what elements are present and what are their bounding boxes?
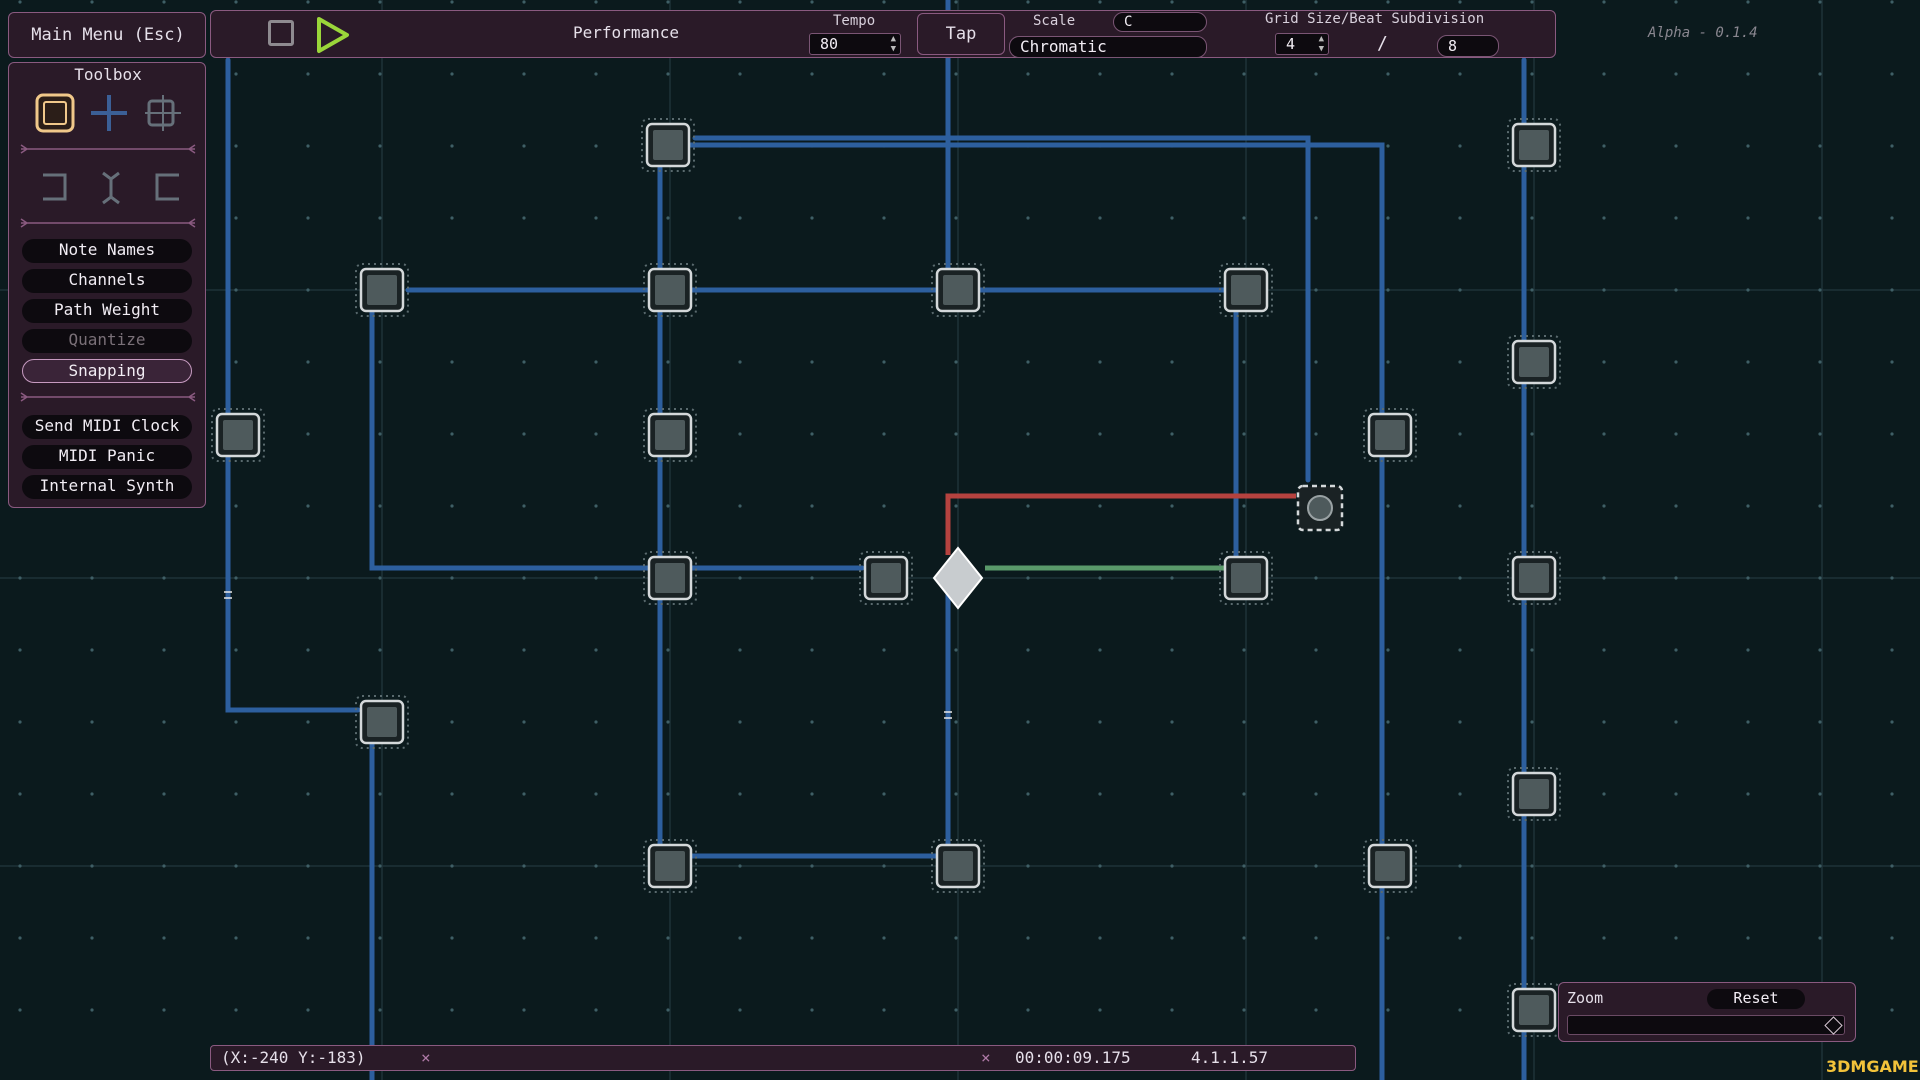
sequencer-node[interactable] [931,839,985,893]
loop-end-marker-icon[interactable]: ⨯ [981,1048,991,1067]
sequencer-node[interactable] [1507,551,1561,605]
sequencer-node[interactable] [211,408,265,462]
sequencer-node[interactable] [355,263,409,317]
sequencer-node[interactable] [1363,408,1417,462]
beat-subdivision-value: 8 [1448,37,1458,55]
grid-size-label: Grid Size/Beat Subdivision [1265,11,1485,27]
option-channels[interactable]: Channels [22,269,192,293]
elapsed-time: 00:00:09.175 [1015,1048,1131,1067]
midi-panic-button[interactable]: MIDI Panic [22,445,192,469]
sequencer-node[interactable] [1363,839,1417,893]
grid-divider: / [1377,33,1388,54]
sequencer-node[interactable] [1219,551,1273,605]
play-button[interactable] [311,15,355,55]
tool-square[interactable] [33,91,77,135]
main-menu-button[interactable]: Main Menu (Esc) [9,13,207,59]
tool-path[interactable] [87,91,131,135]
version-label: Alpha - 0.1.4 [1648,25,1758,41]
sequencer-node[interactable] [643,551,697,605]
gate-node[interactable] [1296,484,1344,532]
mode-label[interactable]: Performance [551,23,701,42]
sequencer-canvas[interactable] [0,0,1920,1080]
grid-size-value: 4 [1286,35,1296,53]
grid-size-stepper-icon[interactable]: ▲ ▼ [1319,34,1324,54]
toolbox-divider [20,144,196,154]
square-node-icon [35,93,75,133]
rotate-left-icon [43,173,67,201]
internal-synth-button[interactable]: Internal Synth [22,475,192,499]
grid-size-input[interactable]: 4 ▲ ▼ [1275,33,1329,55]
rotate-right-icon [155,173,179,201]
top-toolbar: Performance Tempo 80 ▲ ▼ Tap Scale C Chro… [210,10,1556,58]
tempo-value: 80 [820,35,839,53]
scale-name-value: Chromatic [1020,37,1107,56]
sequencer-node[interactable] [641,118,695,172]
sequencer-node[interactable] [1507,983,1561,1037]
sequencer-node[interactable] [355,695,409,749]
sequencer-node[interactable] [859,551,913,605]
tempo-label: Tempo [833,13,876,29]
bar-beat-position: 4.1.1.57 [1191,1048,1269,1067]
cursor-coordinates: (X:-240 Y:-183) [221,1048,366,1067]
scale-label: Scale [1033,13,1076,29]
rotate-left-tool[interactable] [35,165,79,209]
transform-icon [145,95,181,131]
watermark-logo: 3DMGAME [1826,1057,1919,1076]
option-note-names[interactable]: Note Names [22,239,192,263]
sequencer-node[interactable] [643,408,697,462]
main-menu-panel: Main Menu (Esc) [8,12,206,58]
zoom-slider-handle-icon[interactable] [1824,1016,1843,1035]
beat-subdivision-input[interactable]: 8 [1437,35,1499,57]
path-cross-icon [91,95,127,131]
status-bar: (X:-240 Y:-183) ⨯ ⨯ 00:00:09.175 4.1.1.5… [210,1045,1356,1071]
scale-select[interactable]: Chromatic [1009,36,1207,58]
rotate-right-tool[interactable] [143,165,187,209]
toolbox-panel: Toolbox Note Names Channels Path Weight … [8,62,206,508]
sequencer-node[interactable] [643,263,697,317]
sequencer-node[interactable] [1507,767,1561,821]
flip-icon [102,171,120,205]
sequencer-node[interactable] [1507,335,1561,389]
send-midi-clock-button[interactable]: Send MIDI Clock [22,415,192,439]
zoom-label: Zoom [1567,989,1604,1007]
option-snapping[interactable]: Snapping [22,359,192,383]
scale-root-value: C [1124,14,1133,30]
zoom-reset-button[interactable]: Reset [1707,989,1805,1009]
loop-start-marker-icon[interactable]: ⨯ [421,1048,431,1067]
toolbox-divider [20,218,196,228]
sequencer-node[interactable] [643,839,697,893]
scale-root-select[interactable]: C [1113,12,1207,32]
tool-transform[interactable] [141,91,185,135]
tempo-input[interactable]: 80 ▲ ▼ [809,33,901,55]
zoom-panel: Zoom Reset [1558,982,1856,1042]
flip-tool[interactable] [89,165,133,209]
option-quantize[interactable]: Quantize [22,329,192,353]
toolbox-divider [20,392,196,402]
zoom-slider[interactable] [1567,1015,1845,1035]
toolbox-title: Toolbox [74,65,142,84]
stop-icon [268,20,294,46]
option-path-weight[interactable]: Path Weight [22,299,192,323]
sequencer-node[interactable] [931,263,985,317]
sequencer-node[interactable] [1219,263,1273,317]
sequencer-node[interactable] [1507,118,1561,172]
tap-button[interactable]: Tap [917,13,1005,55]
tempo-stepper-icon[interactable]: ▲ ▼ [891,34,896,54]
play-icon [317,17,349,53]
stop-button[interactable] [265,17,299,51]
